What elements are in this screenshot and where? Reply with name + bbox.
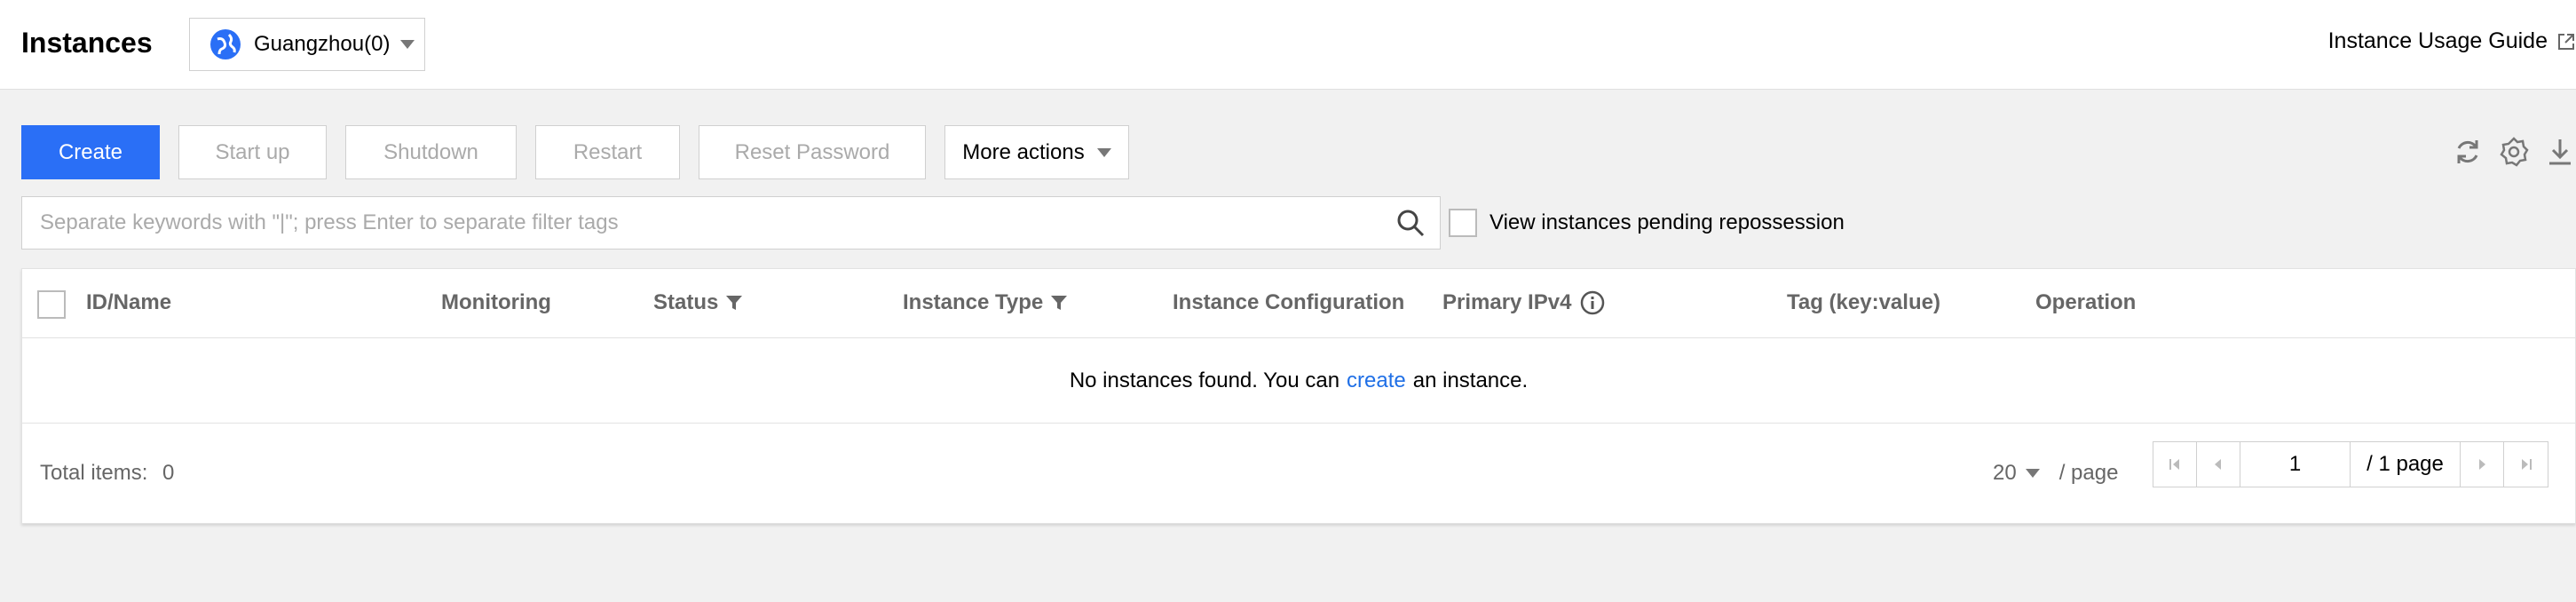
total-items: Total items: 0 — [40, 461, 174, 486]
empty-state: No instances found. You can create an in… — [22, 338, 2575, 424]
column-primary-ipv4: Primary IPv4 — [1442, 290, 1605, 315]
empty-state-prefix: No instances found. You can — [1069, 368, 1340, 392]
next-page-button[interactable] — [2461, 442, 2504, 487]
column-instance-type[interactable]: Instance Type — [903, 290, 1068, 315]
first-page-button[interactable] — [2153, 442, 2197, 487]
action-toolbar: Create Start up Shutdown Restart Reset P… — [21, 125, 1148, 179]
page-number-input[interactable]: 1 — [2240, 442, 2351, 487]
chevron-right-icon — [2479, 459, 2485, 470]
pending-repossession-label: View instances pending repossession — [1489, 210, 1845, 234]
page-header: Instances Guangzhou(0) Instance Usage Gu… — [0, 0, 2576, 90]
settings-icon[interactable] — [2498, 136, 2530, 168]
search-input[interactable] — [22, 210, 1395, 235]
per-page-label: / page — [2058, 461, 2119, 485]
column-primary-ipv4-label: Primary IPv4 — [1442, 290, 1572, 314]
empty-state-suffix: an instance. — [1412, 368, 1529, 392]
prev-page-button[interactable] — [2197, 442, 2240, 487]
column-status-label: Status — [653, 290, 719, 314]
column-monitoring: Monitoring — [441, 290, 551, 314]
shutdown-button[interactable]: Shutdown — [345, 125, 517, 179]
search-icon[interactable] — [1395, 208, 1426, 238]
chevron-down-icon — [1096, 147, 1111, 157]
start-up-button[interactable]: Start up — [178, 125, 327, 179]
instances-table: ID/Name Monitoring Status Instance Type … — [21, 268, 2576, 524]
filter-icon[interactable] — [725, 294, 743, 312]
reset-password-button[interactable]: Reset Password — [699, 125, 926, 179]
more-actions-dropdown[interactable]: More actions — [944, 125, 1129, 179]
column-instance-configuration: Instance Configuration — [1173, 290, 1405, 314]
globe-icon — [210, 29, 241, 59]
instance-usage-guide-link[interactable]: Instance Usage Guide — [2328, 28, 2576, 54]
region-label: Guangzhou(0) — [254, 32, 391, 56]
restart-button[interactable]: Restart — [535, 125, 680, 179]
table-footer: Total items: 0 20 / page 1 / 1 page — [22, 424, 2575, 525]
last-page-icon — [2521, 459, 2532, 470]
total-pages: / 1 page — [2351, 442, 2461, 487]
info-icon[interactable] — [1580, 290, 1605, 315]
download-icon[interactable] — [2544, 136, 2576, 168]
guide-label: Instance Usage Guide — [2327, 28, 2548, 53]
select-all-checkbox[interactable] — [37, 290, 66, 319]
last-page-button[interactable] — [2504, 442, 2548, 487]
total-items-label: Total items: — [40, 461, 148, 485]
table-tools — [2438, 136, 2576, 168]
pending-repossession-checkbox[interactable] — [1449, 209, 1477, 237]
create-instance-link[interactable]: create — [1347, 368, 1406, 393]
chevron-down-icon — [2025, 469, 2040, 478]
create-button[interactable]: Create — [21, 125, 160, 179]
column-tag: Tag (key:value) — [1787, 290, 1940, 314]
column-status[interactable]: Status — [653, 290, 743, 315]
region-select[interactable]: Guangzhou(0) — [189, 18, 425, 71]
page-title: Instances — [21, 27, 153, 59]
column-instance-type-label: Instance Type — [903, 290, 1044, 314]
more-actions-label: More actions — [962, 139, 1085, 164]
refresh-icon[interactable] — [2452, 136, 2484, 168]
pagination: 1 / 1 page — [2153, 441, 2548, 487]
chevron-down-icon — [400, 40, 415, 49]
column-operation: Operation — [2035, 290, 2137, 314]
total-items-value: 0 — [162, 461, 175, 485]
page-size-select[interactable]: 20 / page — [1993, 461, 2118, 486]
chevron-left-icon — [2215, 459, 2221, 470]
filter-icon[interactable] — [1050, 294, 1068, 312]
page-size-value: 20 — [1993, 461, 2017, 485]
first-page-icon — [2169, 459, 2179, 470]
column-id-name: ID/Name — [86, 290, 172, 314]
external-link-icon — [2558, 33, 2574, 50]
pending-repossession-toggle[interactable]: View instances pending repossession — [1449, 209, 1845, 237]
search-box — [21, 196, 1441, 250]
table-header: ID/Name Monitoring Status Instance Type … — [22, 269, 2575, 338]
